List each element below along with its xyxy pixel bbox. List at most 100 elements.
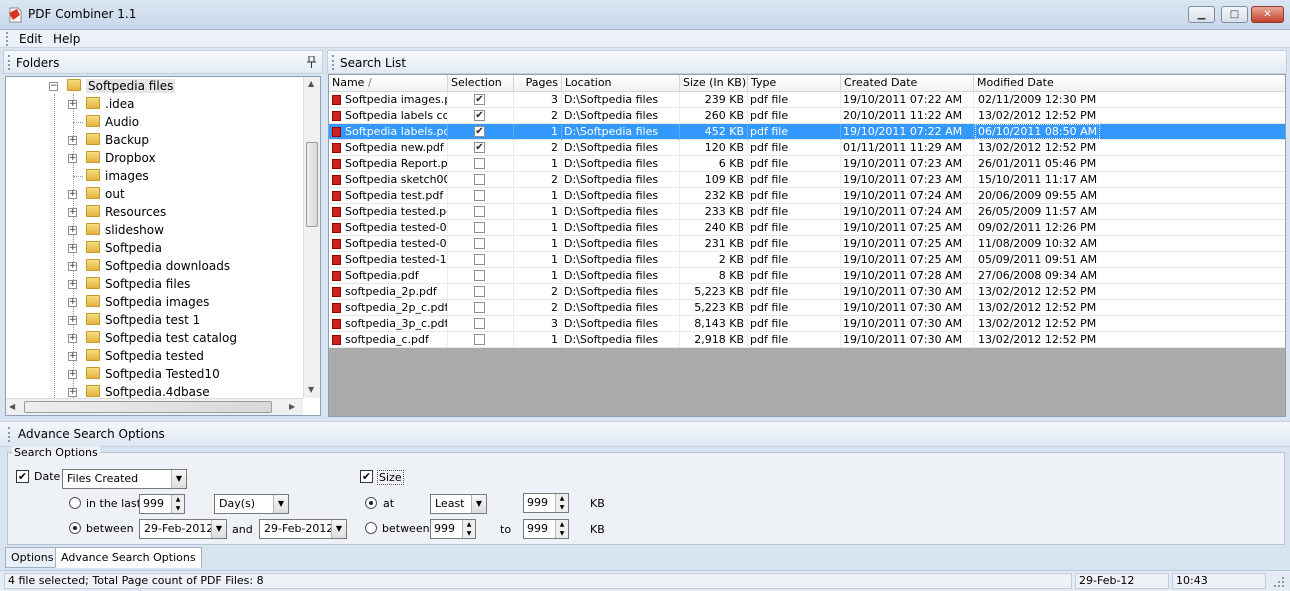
- tree-item[interactable]: + Softpedia images: [68, 294, 298, 312]
- date-unit-select[interactable]: Day(s) ▼: [214, 494, 289, 514]
- selection-checkbox[interactable]: [474, 270, 485, 281]
- pin-icon[interactable]: [307, 56, 316, 68]
- tree-item-root[interactable]: − Softpedia files: [49, 78, 269, 96]
- tree-item[interactable]: + .idea: [68, 96, 298, 114]
- expand-icon[interactable]: +: [68, 262, 77, 271]
- tree-item[interactable]: + slideshow: [68, 222, 298, 240]
- tree-item[interactable]: + Softpedia Tested10: [68, 366, 298, 384]
- tree-item[interactable]: + Softpedia files: [68, 276, 298, 294]
- size-at-mode-select[interactable]: Least ▼: [430, 494, 487, 514]
- maximize-button[interactable]: □: [1221, 6, 1248, 23]
- expand-icon[interactable]: +: [68, 298, 77, 307]
- date-to-picker[interactable]: 29-Feb-2012 ▼: [259, 519, 347, 539]
- date-from-picker[interactable]: 29-Feb-2012 ▼: [139, 519, 227, 539]
- selection-checkbox[interactable]: [474, 286, 485, 297]
- tree-item[interactable]: + Softpedia test catalog: [68, 330, 298, 348]
- size-between-from-spinner[interactable]: 999 ▲ ▼: [430, 519, 476, 539]
- table-row[interactable]: Softpedia tested-1.pdf 1D:\Softpedia file…: [329, 252, 1285, 268]
- scroll-right-icon[interactable]: ▶: [289, 402, 295, 411]
- selection-checkbox[interactable]: ✔: [474, 126, 485, 137]
- tab-options[interactable]: Options: [5, 547, 60, 568]
- close-button[interactable]: ✕: [1251, 6, 1284, 23]
- selection-checkbox[interactable]: ✔: [474, 142, 485, 153]
- size-at-spinner[interactable]: 999 ▲ ▼: [523, 493, 569, 513]
- selection-checkbox[interactable]: [474, 190, 485, 201]
- tree-item[interactable]: + Softpedia: [68, 240, 298, 258]
- expand-icon[interactable]: +: [68, 352, 77, 361]
- tab-advance-search-options[interactable]: Advance Search Options: [55, 547, 202, 568]
- tree-item[interactable]: + Softpedia downloads: [68, 258, 298, 276]
- table-row[interactable]: Softpedia tested-0001.pdf 1D:\Softpedia f…: [329, 220, 1285, 236]
- collapse-icon[interactable]: −: [49, 82, 58, 91]
- table-row[interactable]: Softpedia.pdf 1 D:\Softpedia files 8 KB pdf …: [329, 268, 1285, 284]
- table-row[interactable]: Softpedia test.pdf 1 D:\Softpedia files 232…: [329, 188, 1285, 204]
- expand-icon[interactable]: +: [68, 244, 77, 253]
- selection-checkbox[interactable]: ✔: [474, 94, 485, 105]
- table-row[interactable]: Softpedia images.pdf ✔ 3D:\Softpedia files…: [329, 92, 1285, 108]
- size-between-radio[interactable]: [365, 522, 377, 534]
- tree-scroll-thumb[interactable]: [306, 142, 318, 227]
- column-header-size[interactable]: Size (In KB): [680, 75, 748, 92]
- date-in-last-radio[interactable]: [69, 497, 81, 509]
- selection-checkbox[interactable]: [474, 302, 485, 313]
- tree-hscroll-thumb[interactable]: [24, 401, 272, 413]
- column-header-pages[interactable]: Pages: [514, 75, 562, 92]
- table-row[interactable]: Softpedia labels.pdf ✔ 1 D:\Softpedia files…: [329, 124, 1285, 140]
- resize-grip-icon[interactable]: [1272, 575, 1286, 589]
- expand-icon[interactable]: +: [68, 226, 77, 235]
- column-header-type[interactable]: Type: [748, 75, 841, 92]
- selection-checkbox[interactable]: ✔: [474, 110, 485, 121]
- selection-checkbox[interactable]: [474, 206, 485, 217]
- size-checkbox[interactable]: ✔: [360, 470, 373, 483]
- column-header-created[interactable]: Created Date: [841, 75, 974, 92]
- scroll-down-icon[interactable]: ▼: [308, 385, 314, 394]
- expand-icon[interactable]: +: [68, 370, 77, 379]
- table-row[interactable]: softpedia_3p_c.pdf 3 D:\Softpedia files 8,1…: [329, 316, 1285, 332]
- table-row[interactable]: softpedia_c.pdf 1 D:\Softpedia files 2,918 …: [329, 332, 1285, 348]
- tree-horizontal-scrollbar[interactable]: ◀ ▶: [6, 398, 303, 415]
- size-between-to-spinner[interactable]: 999 ▲ ▼: [523, 519, 569, 539]
- size-at-radio[interactable]: [365, 497, 377, 509]
- selection-checkbox[interactable]: [474, 334, 485, 345]
- tree-item[interactable]: + Backup: [68, 132, 298, 150]
- tree-vertical-scrollbar[interactable]: ▲ ▼: [303, 77, 320, 398]
- table-row[interactable]: Softpedia tested.pdf 1 D:\Softpedia files 2…: [329, 204, 1285, 220]
- tree-item[interactable]: + out: [68, 186, 298, 204]
- date-between-radio[interactable]: [69, 522, 81, 534]
- menu-help[interactable]: Help: [53, 32, 80, 46]
- selection-checkbox[interactable]: [474, 174, 485, 185]
- expand-icon[interactable]: +: [68, 136, 77, 145]
- table-row[interactable]: softpedia_2p.pdf 2 D:\Softpedia files 5,223…: [329, 284, 1285, 300]
- column-header-name[interactable]: Name /: [329, 75, 448, 92]
- selection-checkbox[interactable]: [474, 222, 485, 233]
- date-mode-select[interactable]: Files Created ▼: [62, 469, 187, 489]
- tree-item[interactable]: + Resources: [68, 204, 298, 222]
- selection-checkbox[interactable]: [474, 158, 485, 169]
- tree-item[interactable]: images: [68, 168, 298, 186]
- expand-icon[interactable]: +: [68, 388, 77, 397]
- column-header-location[interactable]: Location: [562, 75, 680, 92]
- expand-icon[interactable]: +: [68, 154, 77, 163]
- table-row[interactable]: softpedia_2p_c.pdf 2 D:\Softpedia files 5,2…: [329, 300, 1285, 316]
- scroll-left-icon[interactable]: ◀: [9, 402, 15, 411]
- folder-tree[interactable]: − Softpedia files + .idea Audio + Backup + Dro…: [5, 76, 321, 416]
- search-results-grid[interactable]: Name / Selection Pages Location Size (In…: [328, 74, 1286, 417]
- expand-icon[interactable]: +: [68, 190, 77, 199]
- expand-icon[interactable]: +: [68, 280, 77, 289]
- table-row[interactable]: Softpedia new.pdf ✔ 2 D:\Softpedia files 120…: [329, 140, 1285, 156]
- expand-icon[interactable]: +: [68, 316, 77, 325]
- column-header-selection[interactable]: Selection: [448, 75, 514, 92]
- minimize-button[interactable]: ▁: [1188, 6, 1215, 23]
- expand-icon[interactable]: +: [68, 100, 77, 109]
- tree-item[interactable]: Audio: [68, 114, 298, 132]
- tree-item[interactable]: + Softpedia tested: [68, 348, 298, 366]
- date-in-last-spinner[interactable]: 999 ▲ ▼: [139, 494, 185, 514]
- menu-edit[interactable]: Edit: [19, 32, 42, 46]
- column-header-modified[interactable]: Modified Date: [974, 75, 1285, 92]
- selection-checkbox[interactable]: [474, 238, 485, 249]
- selection-checkbox[interactable]: [474, 254, 485, 265]
- table-row[interactable]: Softpedia labels converted.pdf ✔ 2D:\Softp…: [329, 108, 1285, 124]
- expand-icon[interactable]: +: [68, 334, 77, 343]
- expand-icon[interactable]: +: [68, 208, 77, 217]
- scroll-up-icon[interactable]: ▲: [308, 79, 314, 88]
